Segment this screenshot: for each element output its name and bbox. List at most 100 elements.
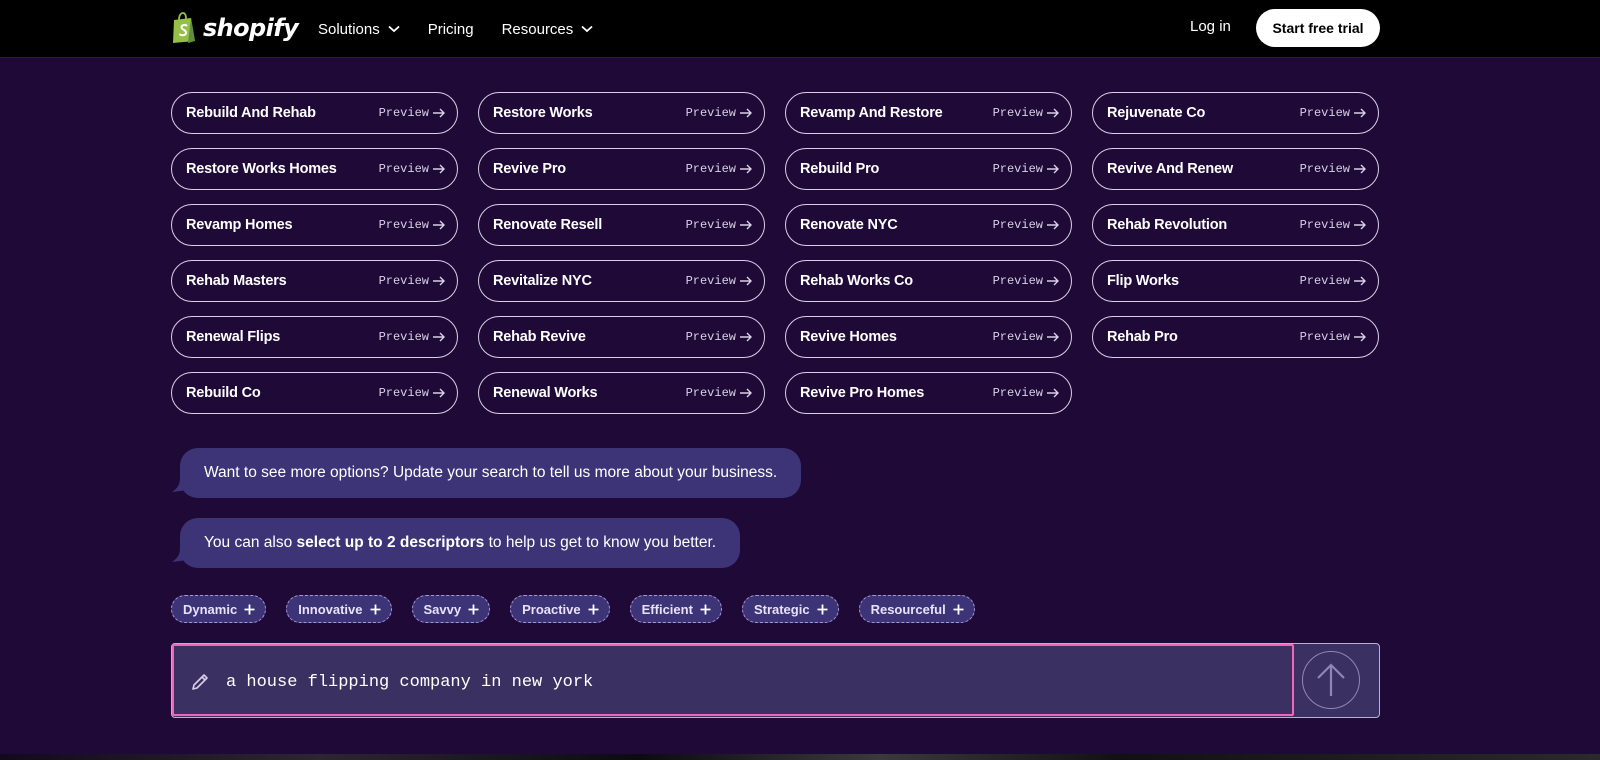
arrow-right-icon bbox=[740, 220, 752, 230]
descriptor-chip[interactable]: Proactive bbox=[510, 595, 610, 623]
preview-label: Preview bbox=[685, 274, 736, 288]
business-name-label: Rebuild Co bbox=[186, 385, 261, 401]
preview-link[interactable]: Preview bbox=[379, 106, 445, 120]
business-name-card[interactable]: Rehab Pro Preview bbox=[1092, 316, 1379, 358]
business-name-card[interactable]: Rebuild And Rehab Preview bbox=[171, 92, 458, 134]
descriptor-chip[interactable]: Strategic bbox=[741, 595, 839, 623]
descriptor-chip[interactable]: Innovative bbox=[286, 595, 392, 623]
business-name-label: Revive Pro bbox=[493, 161, 566, 177]
preview-label: Preview bbox=[992, 162, 1043, 176]
preview-link[interactable]: Preview bbox=[993, 386, 1059, 400]
chat-bubble-more-options: Want to see more options? Update your se… bbox=[180, 448, 802, 498]
business-name-label: Renewal Flips bbox=[186, 329, 281, 345]
arrow-right-icon bbox=[433, 332, 445, 342]
descriptor-chip[interactable]: Efficient bbox=[629, 595, 722, 623]
logo-text: shopify bbox=[203, 14, 299, 42]
descriptor-chip[interactable]: Resourceful bbox=[858, 595, 975, 623]
arrow-up-icon bbox=[1317, 663, 1345, 696]
business-name-label: Rejuvenate Co bbox=[1107, 105, 1206, 121]
nav-resources[interactable]: Resources bbox=[502, 21, 594, 38]
preview-label: Preview bbox=[378, 162, 429, 176]
preview-label: Preview bbox=[1299, 218, 1350, 232]
descriptor-chip[interactable]: Savvy bbox=[411, 595, 491, 623]
arrow-right-icon bbox=[1047, 164, 1059, 174]
nav-pricing[interactable]: Pricing bbox=[428, 21, 474, 38]
business-name-card[interactable]: Revitalize NYC Preview bbox=[478, 260, 765, 302]
preview-label: Preview bbox=[378, 274, 429, 288]
login-link[interactable]: Log in bbox=[1190, 18, 1231, 35]
business-name-card[interactable]: Revamp And Restore Preview bbox=[785, 92, 1072, 134]
preview-link[interactable]: Preview bbox=[686, 386, 752, 400]
preview-link[interactable]: Preview bbox=[1300, 162, 1366, 176]
preview-label: Preview bbox=[992, 386, 1043, 400]
preview-link[interactable]: Preview bbox=[686, 330, 752, 344]
business-name-label: Revive Pro Homes bbox=[800, 385, 925, 401]
business-name-card[interactable]: Revive Pro Homes Preview bbox=[785, 372, 1072, 414]
preview-link[interactable]: Preview bbox=[686, 106, 752, 120]
top-navigation-bar: shopify Solutions Pricing Resources Log … bbox=[0, 0, 1600, 58]
preview-link[interactable]: Preview bbox=[686, 274, 752, 288]
chat-bubble-text: Want to see more options? Update your se… bbox=[204, 464, 778, 481]
business-name-card[interactable]: Renovate Resell Preview bbox=[478, 204, 765, 246]
business-name-card[interactable]: Rehab Masters Preview bbox=[171, 260, 458, 302]
business-name-card[interactable]: Revive And Renew Preview bbox=[1092, 148, 1379, 190]
business-name-grid: Rebuild And Rehab Preview Restore Works Pre… bbox=[171, 92, 1379, 414]
nav-solutions[interactable]: Solutions bbox=[318, 21, 400, 38]
business-name-card[interactable]: Renewal Works Preview bbox=[478, 372, 765, 414]
business-name-card[interactable]: Flip Works Preview bbox=[1092, 260, 1379, 302]
business-name-card[interactable]: Rehab Works Co Preview bbox=[785, 260, 1072, 302]
business-name-card[interactable]: Rehab Revive Preview bbox=[478, 316, 765, 358]
business-name-card[interactable]: Revamp Homes Preview bbox=[171, 204, 458, 246]
chat-bubble-text-pre: You can also bbox=[204, 534, 297, 551]
descriptor-chip[interactable]: Dynamic bbox=[171, 595, 267, 623]
business-name-card[interactable]: Revive Pro Preview bbox=[478, 148, 765, 190]
preview-label: Preview bbox=[378, 218, 429, 232]
shopify-logo[interactable]: shopify bbox=[171, 12, 299, 44]
preview-link[interactable]: Preview bbox=[379, 386, 445, 400]
business-name-card[interactable]: Rejuvenate Co Preview bbox=[1092, 92, 1379, 134]
arrow-right-icon bbox=[740, 164, 752, 174]
preview-link[interactable]: Preview bbox=[379, 330, 445, 344]
business-name-label: Restore Works bbox=[493, 105, 593, 121]
preview-label: Preview bbox=[1299, 274, 1350, 288]
business-name-card[interactable]: Restore Works Preview bbox=[478, 92, 765, 134]
preview-link[interactable]: Preview bbox=[1300, 106, 1366, 120]
descriptor-label: Proactive bbox=[522, 601, 581, 617]
search-field[interactable] bbox=[172, 644, 1294, 716]
business-name-card[interactable]: Renovate NYC Preview bbox=[785, 204, 1072, 246]
business-name-card[interactable]: Renewal Flips Preview bbox=[171, 316, 458, 358]
business-name-label: Rehab Pro bbox=[1107, 329, 1178, 345]
preview-link[interactable]: Preview bbox=[993, 274, 1059, 288]
preview-link[interactable]: Preview bbox=[993, 218, 1059, 232]
start-free-trial-button[interactable]: Start free trial bbox=[1256, 9, 1380, 47]
arrow-right-icon bbox=[433, 276, 445, 286]
submit-button[interactable] bbox=[1302, 651, 1360, 709]
preview-link[interactable]: Preview bbox=[379, 162, 445, 176]
preview-link[interactable]: Preview bbox=[1300, 218, 1366, 232]
preview-link[interactable]: Preview bbox=[993, 106, 1059, 120]
nav-solutions-label: Solutions bbox=[318, 20, 380, 38]
preview-label: Preview bbox=[1299, 162, 1350, 176]
business-name-card[interactable]: Rebuild Co Preview bbox=[171, 372, 458, 414]
chevron-down-icon bbox=[581, 25, 593, 33]
business-name-card[interactable]: Restore Works Homes Preview bbox=[171, 148, 458, 190]
business-name-card[interactable]: Revive Homes Preview bbox=[785, 316, 1072, 358]
descriptor-label: Dynamic bbox=[183, 601, 238, 617]
preview-link[interactable]: Preview bbox=[379, 274, 445, 288]
preview-link[interactable]: Preview bbox=[686, 218, 752, 232]
business-name-card[interactable]: Rebuild Pro Preview bbox=[785, 148, 1072, 190]
plus-icon bbox=[588, 604, 599, 614]
preview-link[interactable]: Preview bbox=[993, 162, 1059, 176]
business-name-label: Rebuild Pro bbox=[800, 161, 880, 177]
business-description-input[interactable] bbox=[226, 664, 1276, 700]
preview-link[interactable]: Preview bbox=[1300, 330, 1366, 344]
preview-link[interactable]: Preview bbox=[686, 162, 752, 176]
preview-label: Preview bbox=[992, 274, 1043, 288]
business-name-card[interactable]: Rehab Revolution Preview bbox=[1092, 204, 1379, 246]
preview-label: Preview bbox=[685, 330, 736, 344]
preview-link[interactable]: Preview bbox=[379, 218, 445, 232]
arrow-right-icon bbox=[433, 220, 445, 230]
preview-link[interactable]: Preview bbox=[993, 330, 1059, 344]
preview-label: Preview bbox=[992, 106, 1043, 120]
preview-link[interactable]: Preview bbox=[1300, 274, 1366, 288]
